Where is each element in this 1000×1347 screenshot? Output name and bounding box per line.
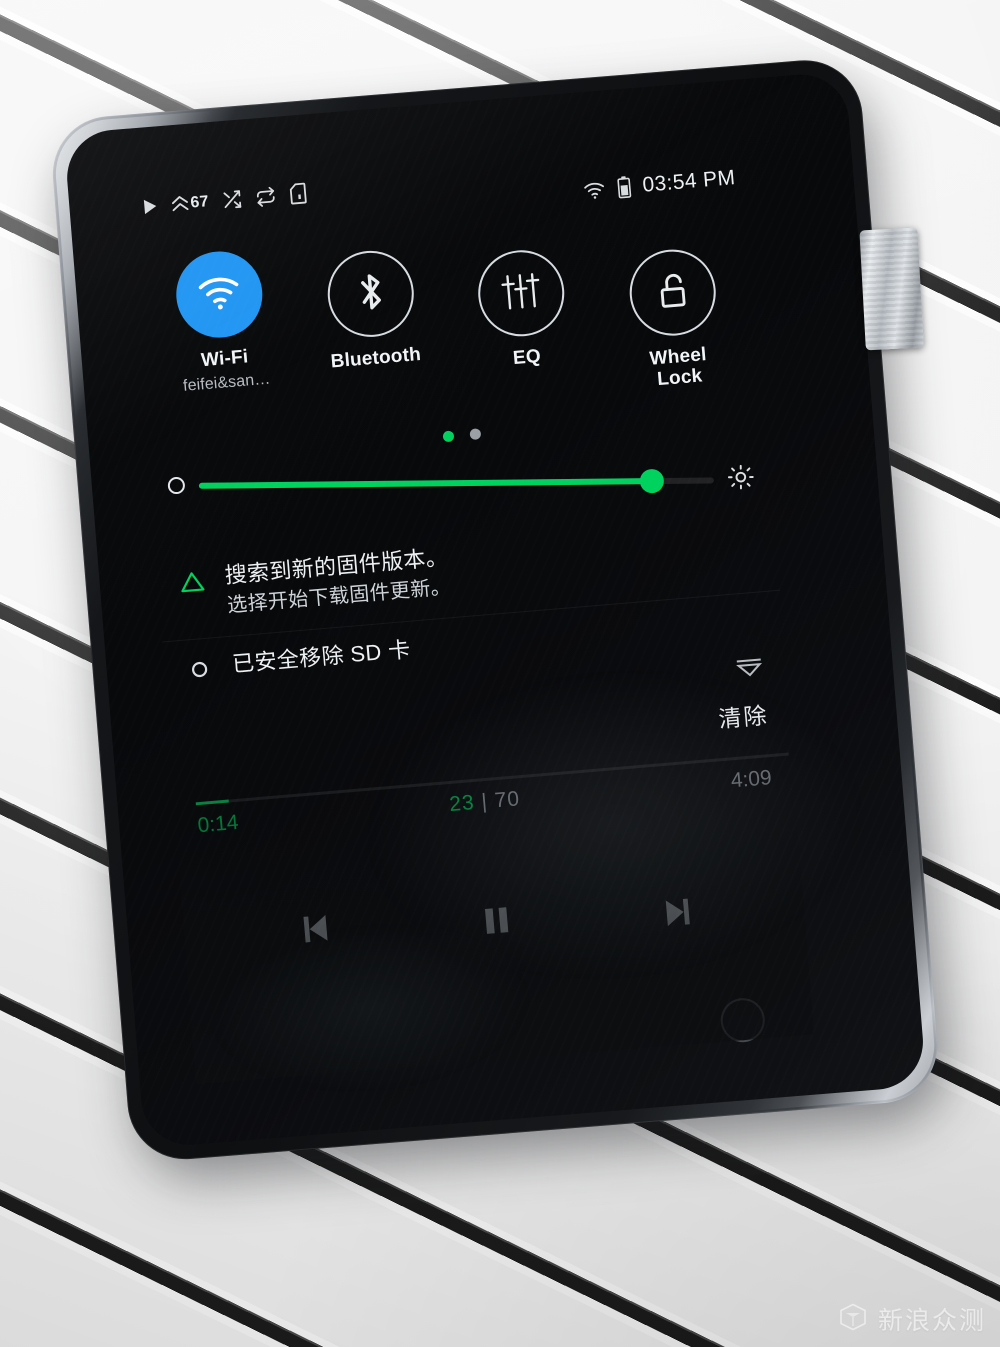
clear-notifications-button[interactable]: 清除 <box>717 696 770 734</box>
toggle-bluetooth-ring <box>323 247 417 341</box>
toggle-eq[interactable]: EQ <box>458 245 587 373</box>
equalizer-icon <box>499 269 545 317</box>
toggle-wheel-lock-ring <box>626 246 720 340</box>
volume-value: 67 <box>189 192 210 212</box>
circle-sdcard-icon <box>183 652 215 683</box>
toggle-wifi-ring <box>172 248 266 342</box>
page-dot-1[interactable] <box>442 429 455 442</box>
play-icon <box>139 196 160 217</box>
volume-indicator: 67 <box>171 192 210 214</box>
volume-up-chevrons-icon <box>171 193 190 213</box>
toggle-bluetooth[interactable]: Bluetooth <box>307 246 436 374</box>
playback-progress-fill <box>195 799 230 806</box>
collapse-chevron-icon[interactable] <box>734 656 766 683</box>
page-dot-2[interactable] <box>469 427 482 440</box>
toggle-wifi-ssid: feifei&san… <box>182 370 271 396</box>
device-screen-glass: 67 03:54 PM Wi-Fi feifei&san… Bluetooth … <box>63 70 927 1149</box>
shuffle-icon <box>221 188 244 211</box>
device-body: 67 03:54 PM Wi-Fi feifei&san… Bluetooth … <box>48 55 942 1164</box>
bluetooth-icon <box>351 267 389 321</box>
watermark-text: 新浪众测 <box>877 1307 986 1335</box>
brightness-track-fill <box>198 477 653 488</box>
audio-player-device: 67 03:54 PM Wi-Fi feifei&san… Bluetooth … <box>48 54 961 1187</box>
brightness-low-icon <box>167 476 185 494</box>
toggle-wifi[interactable]: Wi-Fi feifei&san… <box>156 247 287 398</box>
battery-half-icon <box>616 175 633 200</box>
toggle-wheel-lock-label: Wheel Lock <box>648 344 708 391</box>
pause-button[interactable] <box>475 897 519 949</box>
elapsed-time: 0:14 <box>196 810 240 838</box>
brightness-high-icon <box>727 464 754 495</box>
triangle-update-icon <box>176 563 211 623</box>
repeat-icon <box>255 185 278 208</box>
wifi-icon <box>194 271 245 318</box>
notification-list: 搜索到新的固件版本。 选择开始下载固件更新。 已安全移除 SD 卡 清除 <box>154 501 794 801</box>
toggle-wifi-label: Wi-Fi <box>200 346 250 372</box>
toggle-bluetooth-label: Bluetooth <box>329 343 422 373</box>
total-time: 4:09 <box>729 766 773 793</box>
brightness-slider[interactable] <box>198 467 714 495</box>
toggle-eq-label: EQ <box>512 345 542 370</box>
toggle-eq-ring <box>475 246 569 340</box>
next-track-button[interactable] <box>656 889 704 942</box>
photo-scene: 67 03:54 PM Wi-Fi feifei&san… Bluetooth … <box>0 0 1000 1347</box>
toggle-wheel-lock[interactable]: Wheel Lock <box>609 245 740 394</box>
playback-controls <box>184 852 808 981</box>
screen-ui: 67 03:54 PM Wi-Fi feifei&san… Bluetooth … <box>124 137 815 1085</box>
track-counter-separator: | <box>480 790 489 814</box>
track-counter: 23 | 70 <box>448 787 521 817</box>
watermark: 新浪众测 <box>838 1301 986 1337</box>
track-counter-total: 70 <box>493 787 521 813</box>
previous-track-button[interactable] <box>290 905 338 958</box>
unlock-icon <box>653 268 693 318</box>
track-counter-current: 23 <box>448 791 476 817</box>
sd-card-icon <box>288 182 308 205</box>
brightness-slider-row <box>150 463 770 500</box>
wifi-icon <box>582 179 607 200</box>
cube-logo-icon <box>838 1302 868 1337</box>
brightness-knob[interactable] <box>639 467 665 493</box>
volume-wheel[interactable] <box>859 227 924 351</box>
